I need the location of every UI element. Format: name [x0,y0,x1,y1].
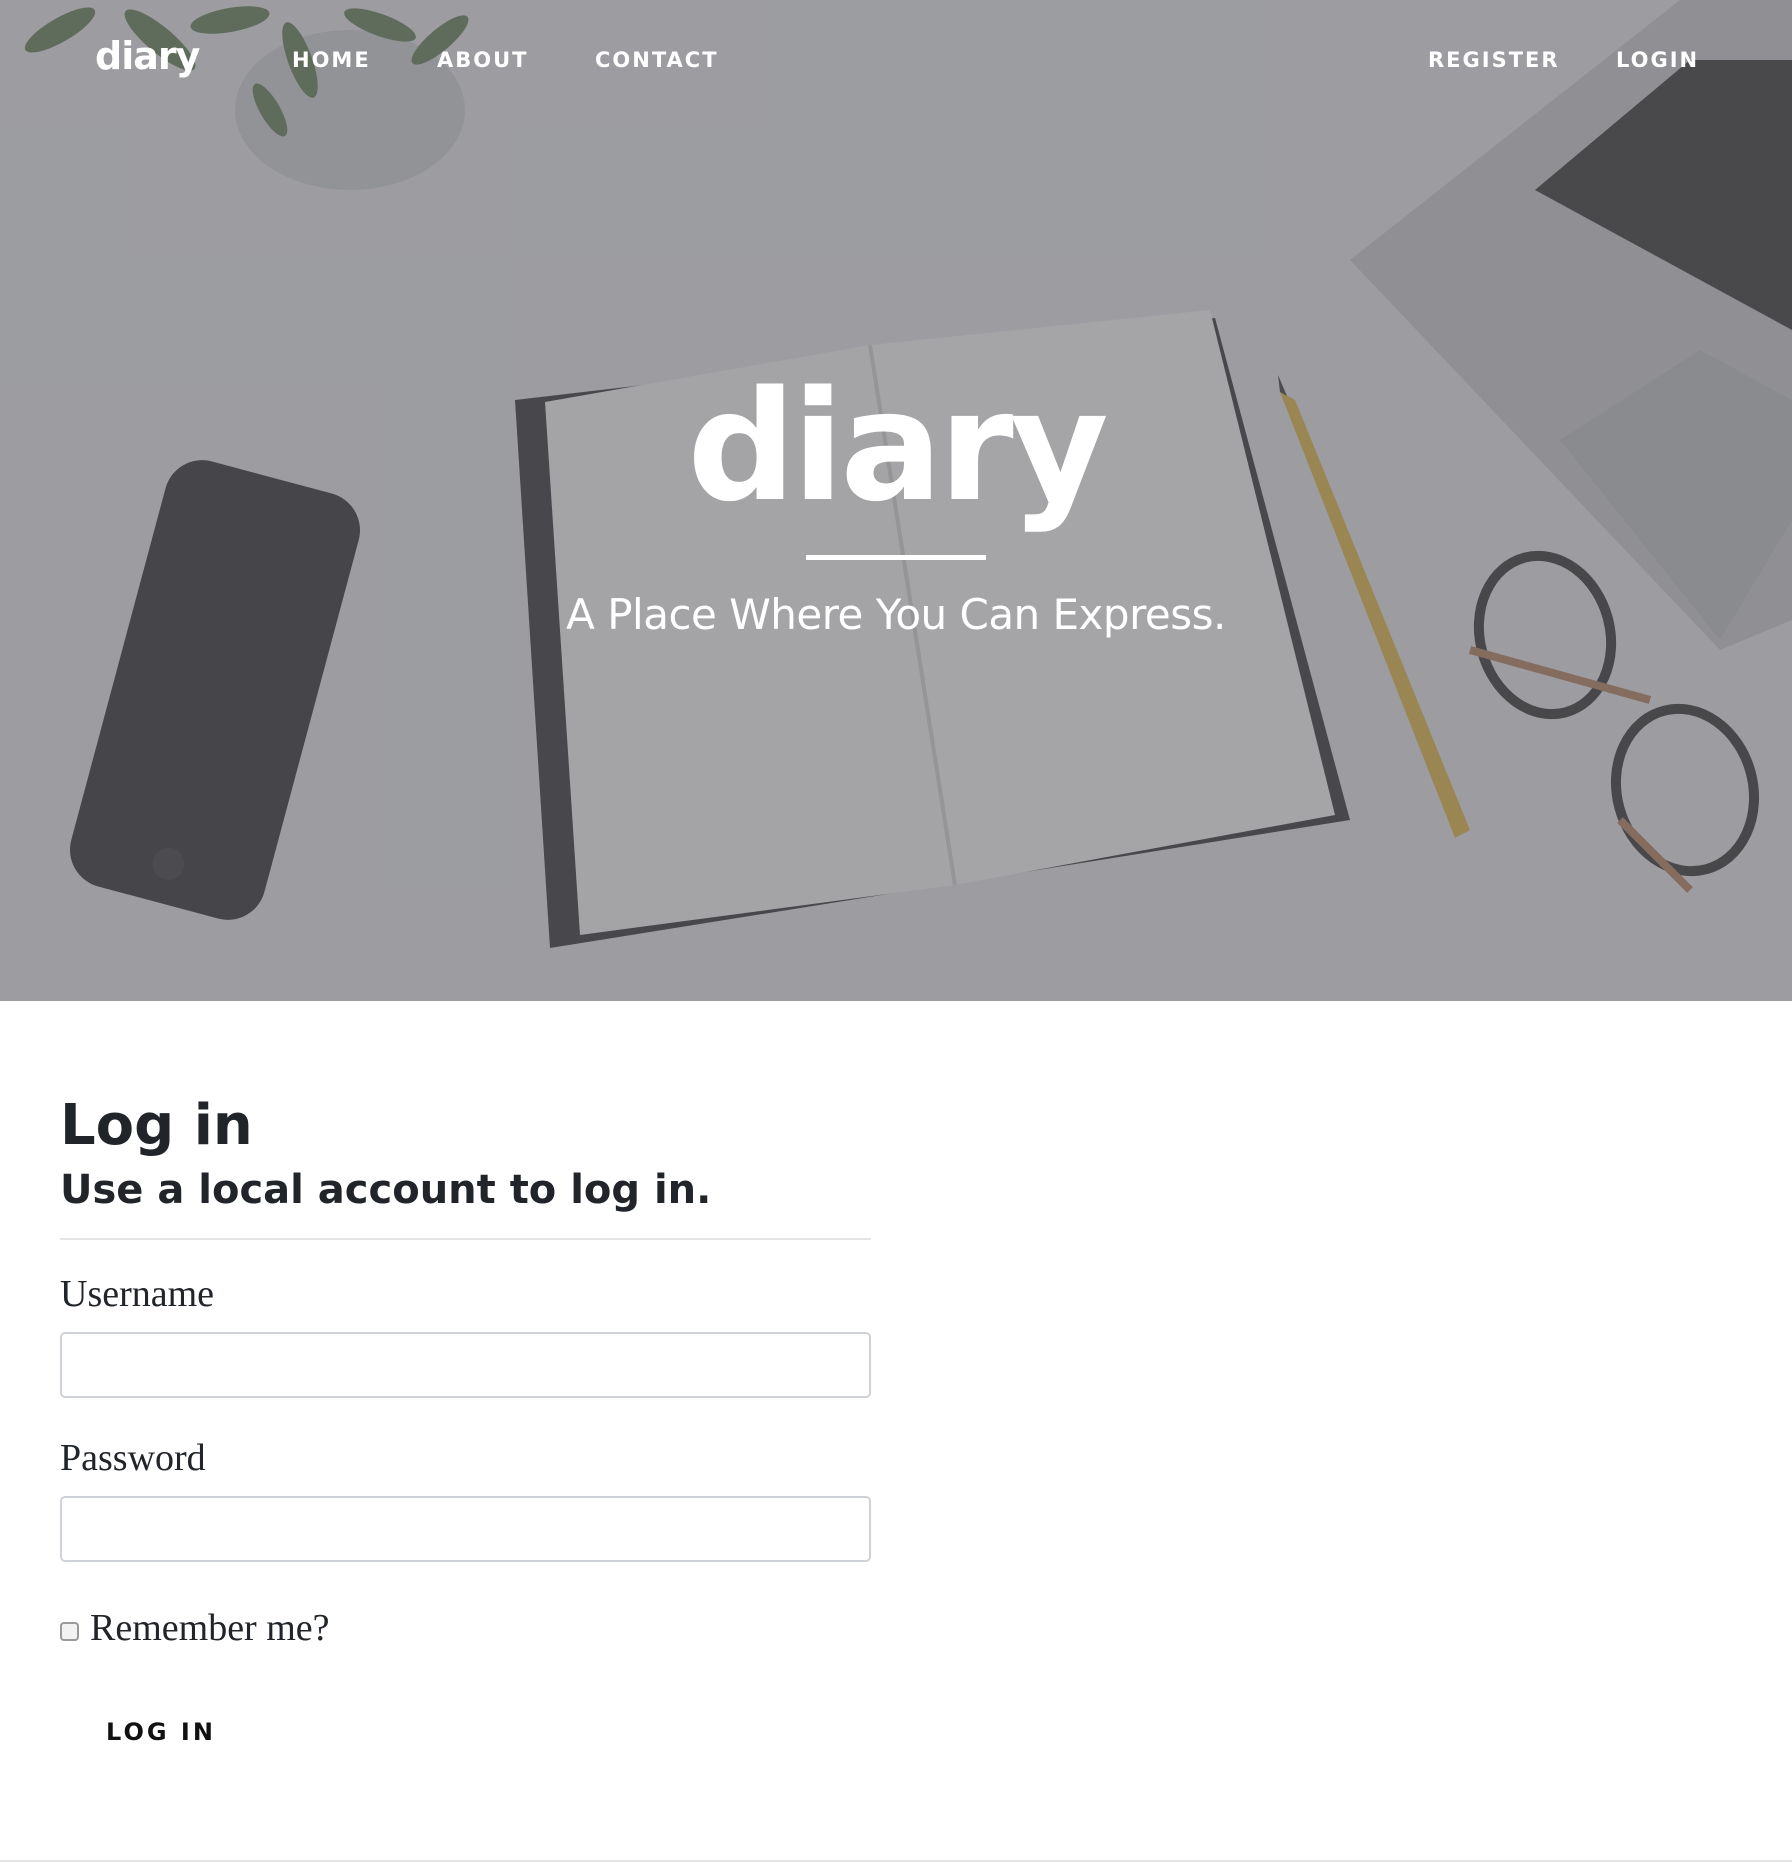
log-in-button[interactable]: LOG IN [106,1718,216,1746]
username-label: Username [60,1273,215,1315]
hero-header: diary HOME ABOUT CONTACT REGISTER LOGIN … [0,0,1792,1001]
login-section: Log in Use a local account to log in. Us… [60,1090,871,1746]
hero-subtitle: A Place Where You Can Express. [566,590,1226,639]
form-divider [60,1238,871,1240]
main-navbar: diary HOME ABOUT CONTACT REGISTER LOGIN [0,0,1792,124]
remember-me-checkbox[interactable] [60,1621,79,1641]
nav-link-home[interactable]: HOME [292,48,371,72]
hero-divider [806,555,986,560]
password-label: Password [60,1437,206,1479]
hero-title: diary [687,358,1109,535]
footer-divider [0,1860,1792,1862]
brand-logo[interactable]: diary [95,34,200,78]
username-input[interactable] [60,1332,871,1398]
nav-link-register[interactable]: REGISTER [1428,48,1560,72]
hero-heading: diary A Place Where You Can Express. [0,358,1792,640]
page-title: Log in [60,1093,253,1158]
remember-me-label[interactable]: Remember me? [90,1606,330,1650]
login-form: Username Password Remember me? LOG IN [60,1272,871,1746]
password-input[interactable] [60,1496,871,1562]
nav-link-about[interactable]: ABOUT [437,48,529,72]
remember-me-row: Remember me? [60,1606,871,1650]
nav-link-contact[interactable]: CONTACT [595,48,719,72]
nav-link-login[interactable]: LOGIN [1616,48,1699,72]
page-subtitle: Use a local account to log in. [60,1167,712,1213]
